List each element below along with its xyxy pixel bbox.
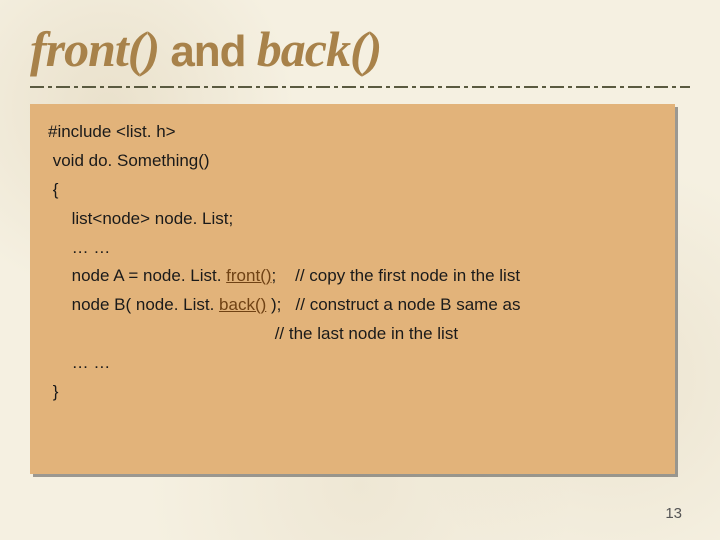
code-line: … … — [48, 238, 110, 257]
title-separator — [30, 86, 690, 88]
code-line: } — [48, 382, 58, 401]
slide: front() and back() #include <list. h> vo… — [0, 0, 720, 540]
code-comment: // construct a node B same as — [281, 295, 520, 314]
code-comment: // the last node in the list — [48, 324, 458, 343]
code-line: … … — [48, 353, 110, 372]
code-block: #include <list. h> void do. Something() … — [30, 104, 675, 474]
page-number: 13 — [665, 505, 682, 522]
code-line: node B( node. List. — [48, 295, 219, 314]
code-line: #include <list. h> — [48, 122, 176, 141]
code-line: list<node> node. List; — [48, 209, 233, 228]
code-line: void do. Something() — [48, 151, 210, 170]
code-line: { — [48, 180, 58, 199]
front-call: front() — [226, 266, 271, 285]
code-line: node A = node. List. — [48, 266, 226, 285]
title-front: front() — [30, 21, 159, 77]
title-back: back() — [257, 21, 382, 77]
code-comment: // copy the first node in the list — [276, 266, 520, 285]
code-line: ); — [266, 295, 281, 314]
title-joiner: and — [159, 27, 257, 76]
back-call: back() — [219, 295, 266, 314]
slide-title: front() and back() — [30, 20, 690, 78]
